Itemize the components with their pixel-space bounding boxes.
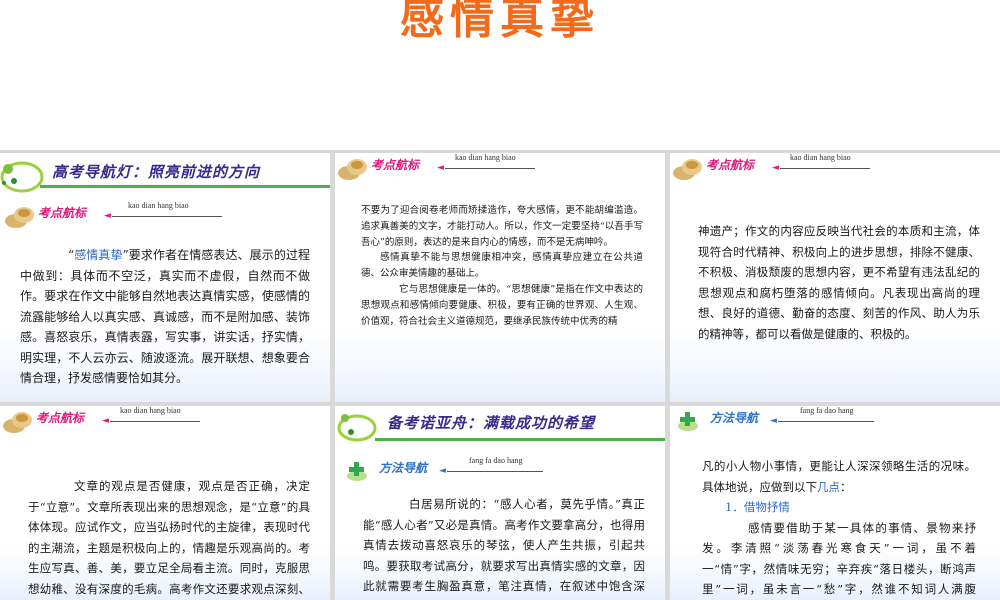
tag-label: 方法导航: [379, 461, 428, 475]
swoosh-icon: [0, 161, 44, 193]
swoosh-icon: [337, 414, 377, 442]
highlight-text: 几点: [817, 479, 840, 494]
tag-label: 考点航标: [36, 411, 85, 425]
paragraph: 它与思想健康是一体的。“思想健康”是指在作文中表达的思想观点和感情倾向要健康、积…: [361, 283, 643, 327]
slide-thumbnail-5[interactable]: 备考诺亚舟：满载成功的希望 方法导航 ◄ fang fa dao hang 白居…: [335, 406, 665, 600]
coins-icon: [3, 412, 32, 433]
banner: 备考诺亚舟：满载成功的希望: [335, 406, 665, 448]
body-text: ”要求作者在情感表达、展示的过程中做到：具体而不空泛，真实而不虚假，自然而不做作…: [20, 248, 310, 385]
section-tag: 方法导航 ◄ fang fa dao hang: [345, 456, 655, 484]
slide-thumbnail-3[interactable]: 考点航标 ◄ kao dian hang biao 神遗产；作文的内容应反映当代…: [670, 153, 1000, 402]
arrow-left-icon: ◄: [439, 466, 446, 476]
panel-body: “感情真挚”要求作者在情感表达、展示的过程中做到：具体而不空泛，真实而不虚假，自…: [20, 248, 310, 385]
plus-leaf-icon: [678, 412, 698, 431]
tag-rule: [447, 471, 543, 472]
section-tag: 方法导航 ◄ fang fa dao hang: [676, 406, 986, 434]
banner-title: 高考导航灯：照亮前进的方向: [52, 163, 261, 181]
tag-rule: [445, 168, 535, 169]
tag-pinyin: kao dian hang biao: [455, 153, 516, 162]
banner-title: 备考诺亚舟：满载成功的希望: [387, 414, 596, 432]
section-tag: 考点航标 ◄ kao dian hang biao: [337, 153, 657, 181]
panel-body: 神遗产；作文的内容应反映当代社会的本质和主流，体现符合时代精神、积极向上的进步思…: [698, 224, 980, 341]
tag-label: 考点航标: [38, 206, 87, 220]
slide-thumbnail-1[interactable]: 高考导航灯：照亮前进的方向 考点航标 ◄ kao dian hang biao …: [0, 153, 330, 402]
slide-thumbnail-6[interactable]: 方法导航 ◄ fang fa dao hang 凡的小人物小事情，更能让人深深领…: [670, 406, 1000, 600]
panel-body: 不要为了迎合阅卷老师而矫揉造作，夸大感情，更不能胡编滥造。追求真善美的文字，才能…: [361, 203, 643, 329]
arrow-left-icon: ◄: [770, 416, 777, 426]
slide-thumbnail-2[interactable]: 考点航标 ◄ kao dian hang biao 不要为了迎合阅卷老师而矫揉造…: [335, 153, 665, 402]
tag-rule: [780, 168, 870, 169]
panel-body: 凡的小人物小事情，更能让人深深领略生活的况味。具体地说，应做到以下几点： 1．借…: [702, 456, 976, 600]
arrow-left-icon: ◄: [104, 211, 111, 221]
quote-highlight: 感情真挚: [74, 248, 123, 262]
tag-rule: [110, 421, 200, 422]
item-heading: 1．借物抒情: [725, 500, 790, 514]
slide-thumbnail-4[interactable]: 考点航标 ◄ kao dian hang biao 文章的观点是否健康，观点是否…: [0, 406, 330, 600]
tag-pinyin: fang fa dao hang: [469, 456, 523, 465]
body-text: ：: [840, 479, 852, 494]
tag-pinyin: fang fa dao hang: [800, 406, 854, 415]
coins-icon: [338, 159, 367, 180]
panel-body: 白居易所说的：“感人心者，莫先乎情。”真正能“感人心者”又必是真情。高考作文要拿…: [363, 497, 645, 600]
plus-leaf-icon: [347, 462, 367, 481]
banner-divider: [375, 438, 665, 441]
tag-label: 考点航标: [706, 158, 755, 172]
section-tag: 考点航标 ◄ kao dian hang biao: [2, 406, 322, 434]
paragraph: 感情真挚不能与思想健康相冲突，感情真挚应建立在公共道德、公众审美情趣的基础上。: [361, 252, 643, 280]
coins-icon: [5, 207, 34, 228]
panel-body: 文章的观点是否健康，观点是否正确，决定于“立意”。文章所表现出来的思想观念，是“…: [28, 479, 310, 596]
banner-divider: [40, 185, 330, 188]
tag-rule: [778, 421, 874, 422]
banner: 高考导航灯：照亮前进的方向: [0, 153, 330, 195]
title-area: 感情真挚: [0, 0, 1000, 150]
tag-rule: [112, 216, 222, 217]
paragraph: 不要为了迎合阅卷老师而矫揉造作，夸大感情，更不能胡编滥造。追求真善美的文字，才能…: [361, 205, 643, 248]
tag-label: 方法导航: [710, 411, 759, 425]
paragraph: 感情要借助于某一具体的事情、景物来抒发。李清照“淡荡春光寒食天”一词，虽不着一“…: [702, 520, 976, 597]
arrow-left-icon: ◄: [437, 163, 444, 173]
slide-title: 感情真挚: [400, 0, 600, 44]
section-tag: 考点航标 ◄ kao dian hang biao: [4, 201, 324, 229]
tag-label: 考点航标: [371, 158, 420, 172]
tag-pinyin: kao dian hang biao: [128, 201, 189, 210]
section-tag: 考点航标 ◄ kao dian hang biao: [672, 153, 992, 181]
coins-icon: [673, 159, 702, 180]
arrow-left-icon: ◄: [772, 163, 779, 173]
tag-pinyin: kao dian hang biao: [120, 406, 181, 415]
tag-pinyin: kao dian hang biao: [790, 153, 851, 162]
arrow-left-icon: ◄: [102, 416, 109, 426]
